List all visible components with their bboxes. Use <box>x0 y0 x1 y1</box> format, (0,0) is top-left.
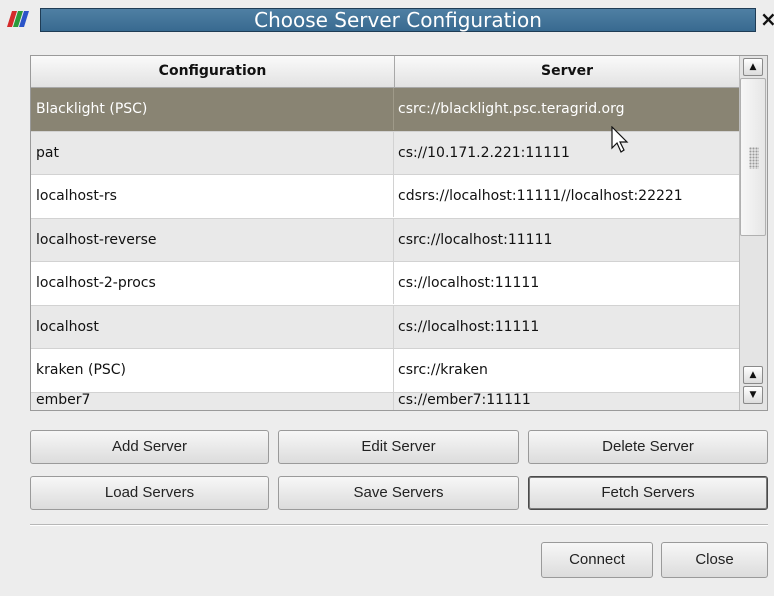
table-row[interactable]: pat cs://10.171.2.221:11111 <box>31 131 739 175</box>
table-body: Blacklight (PSC) csrc://blacklight.psc.t… <box>31 88 739 410</box>
server-cell: cs://10.171.2.221:11111 <box>398 144 570 161</box>
scroll-up-icon[interactable]: ▲ <box>743 58 763 76</box>
table-row[interactable]: localhost-reverse csrc://localhost:11111 <box>31 218 739 262</box>
configuration-cell: pat <box>31 131 394 174</box>
load-servers-button[interactable]: Load Servers <box>30 476 269 510</box>
column-header-server[interactable]: Server <box>395 56 739 87</box>
server-cell: csrc://blacklight.psc.teragrid.org <box>398 101 625 117</box>
table-row[interactable]: localhost-2-procs cs://localhost:11111 <box>31 262 739 306</box>
configuration-cell: Blacklight (PSC) <box>31 88 394 130</box>
configuration-cell: localhost-2-procs <box>31 262 394 304</box>
server-cell: cs://localhost:11111 <box>398 318 540 335</box>
scroll-up-lower-icon[interactable]: ▲ <box>743 366 763 384</box>
close-button[interactable]: Close <box>661 542 768 578</box>
table-row[interactable]: ember7 cs://ember7:11111 <box>31 378 739 410</box>
vertical-scrollbar[interactable]: ▲ ▲ ▼ <box>739 56 767 410</box>
edit-server-button[interactable]: Edit Server <box>278 430 519 464</box>
table-row[interactable]: localhost-rs cdsrs://localhost:11111//lo… <box>31 175 739 219</box>
configuration-cell: localhost <box>31 305 394 348</box>
server-cell: cs://localhost:11111 <box>398 275 540 291</box>
fetch-servers-button[interactable]: Fetch Servers <box>528 476 768 510</box>
scroll-down-icon[interactable]: ▼ <box>743 386 763 404</box>
paraview-logo-icon <box>7 11 29 27</box>
column-header-configuration[interactable]: Configuration <box>31 56 395 87</box>
table-row[interactable]: localhost cs://localhost:11111 <box>31 305 739 349</box>
window-title: Choose Server Configuration <box>40 8 756 32</box>
save-servers-button[interactable]: Save Servers <box>278 476 519 510</box>
table-row[interactable]: Blacklight (PSC) csrc://blacklight.psc.t… <box>31 88 739 132</box>
server-configuration-table[interactable]: Configuration Server Blacklight (PSC) cs… <box>30 55 768 411</box>
title-bar[interactable]: Choose Server Configuration × <box>0 0 774 38</box>
server-cell: cdsrs://localhost:11111//localhost:22221 <box>398 188 683 204</box>
table-header: Configuration Server <box>31 56 739 88</box>
configuration-cell: localhost-reverse <box>31 218 394 261</box>
scrollbar-thumb[interactable] <box>740 78 766 236</box>
close-window-icon[interactable]: × <box>760 6 774 32</box>
configuration-cell: ember7 <box>31 378 394 410</box>
separator <box>30 524 768 526</box>
add-server-button[interactable]: Add Server <box>30 430 269 464</box>
server-cell: cs://ember7:11111 <box>398 391 531 408</box>
delete-server-button[interactable]: Delete Server <box>528 430 768 464</box>
configuration-cell: localhost-rs <box>31 175 394 217</box>
connect-button[interactable]: Connect <box>541 542 653 578</box>
server-cell: csrc://localhost:11111 <box>398 231 553 248</box>
grip-icon <box>749 147 759 169</box>
